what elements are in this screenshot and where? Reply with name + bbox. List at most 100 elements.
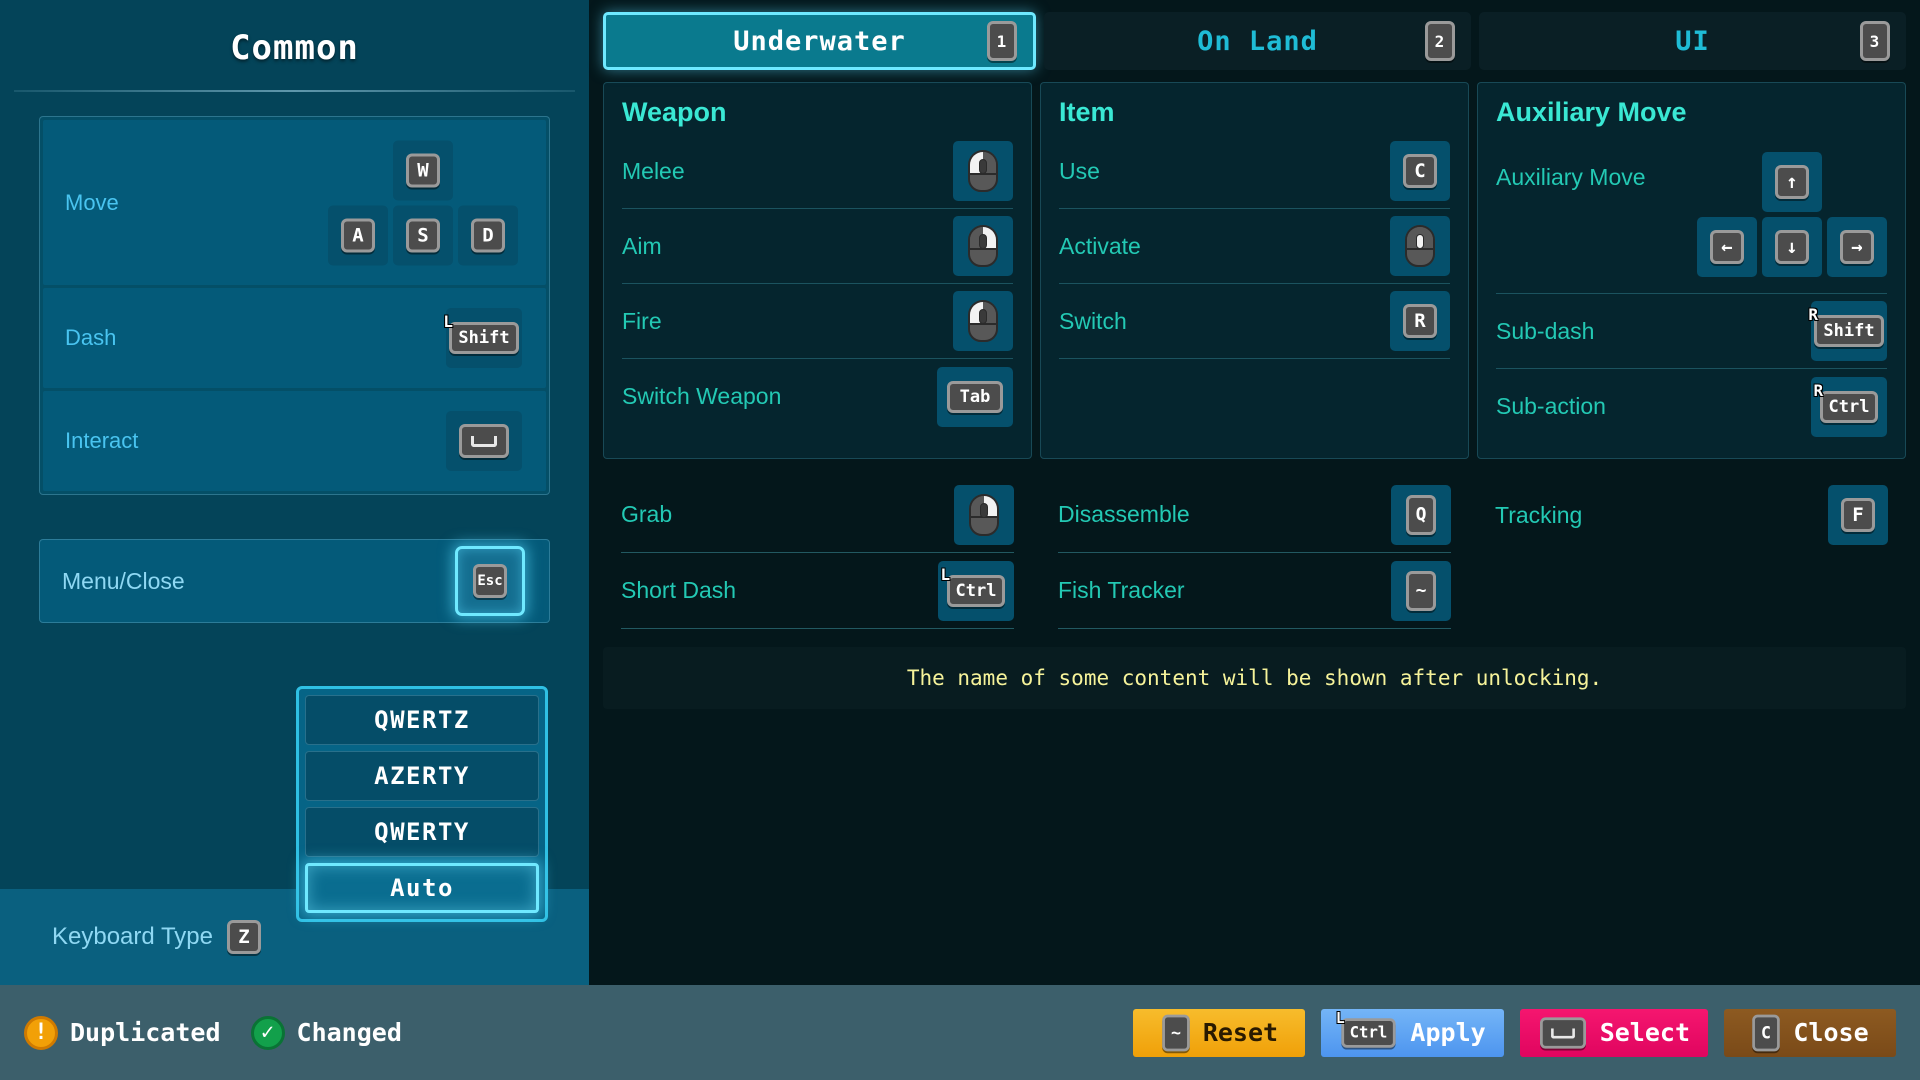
key-slot-dash[interactable]: L Shift (443, 308, 522, 368)
key-badge-label: Ctrl (955, 580, 997, 601)
binding-label: Auxiliary Move (1496, 164, 1646, 190)
binding-row-fire[interactable]: Fire (622, 284, 1013, 359)
key-slot-melee[interactable] (953, 141, 1013, 201)
key-badge-w: W (406, 153, 440, 187)
key-slot-switch-weapon[interactable]: Tab (937, 366, 1013, 427)
wasd-key-cluster: W A S D (328, 140, 518, 265)
keyboard-type-option-auto[interactable]: Auto (305, 863, 539, 913)
lower-row-empty (1495, 553, 1888, 629)
reset-button-label: Reset (1202, 1018, 1279, 1047)
key-badge-label: Ctrl (1828, 396, 1870, 417)
binding-row-short-dash[interactable]: Short Dash L Ctrl (621, 553, 1014, 629)
close-button-label: Close (1793, 1018, 1869, 1047)
binding-label: Disassemble (1058, 501, 1190, 527)
tab-ui[interactable]: UI 3 (1479, 12, 1906, 70)
key-slot-arrow-right[interactable]: → (1827, 217, 1887, 277)
keyboard-type-dropdown[interactable]: QWERTZ AZERTY QWERTY Auto (296, 686, 548, 922)
binding-row-fish-tracker[interactable]: Fish Tracker ~ (1058, 553, 1451, 629)
key-badge-label: Ctrl (1350, 1023, 1388, 1042)
key-slot-aim[interactable] (953, 216, 1013, 276)
mouse-left-click-icon (968, 300, 998, 342)
column-title: Weapon (622, 97, 727, 127)
column-item: Item Use C Activate Switch R (1040, 82, 1469, 459)
binding-row-tracking[interactable]: Tracking F (1495, 477, 1888, 553)
secondary-bindings: Grab Short Dash L Ctrl Disassemble Q Fis… (589, 459, 1920, 629)
hotkey-badge-tilde: ~ (1162, 1014, 1190, 1051)
key-slot-interact[interactable] (446, 411, 522, 471)
key-slot-a[interactable]: A (328, 205, 388, 265)
key-slot-arrow-left[interactable]: ← (1697, 217, 1757, 277)
key-badge-rctrl: R Ctrl (1814, 381, 1879, 423)
key-slot-fish-tracker[interactable]: ~ (1391, 560, 1451, 621)
key-slot-tracking[interactable]: F (1828, 485, 1888, 545)
binding-row-auxiliary-move[interactable]: Auxiliary Move ↑ ← ↓ → (1496, 134, 1887, 294)
binding-label: Sub-dash (1496, 317, 1595, 344)
binding-row-switch[interactable]: Switch R (1059, 284, 1450, 359)
binding-row-menu-close[interactable]: Menu/Close Esc (39, 539, 550, 623)
key-slot-disassemble[interactable]: Q (1391, 484, 1451, 545)
tab-hotkey-3: 3 (1860, 21, 1890, 61)
key-slot-activate[interactable] (1390, 216, 1450, 276)
mouse-right-click-icon (968, 225, 998, 267)
legend-label: Changed (296, 1018, 402, 1047)
keyboard-type-option-qwerty[interactable]: QWERTY (305, 807, 539, 857)
key-slot-sub-action[interactable]: R Ctrl (1811, 376, 1887, 437)
tab-underwater[interactable]: Underwater 1 (603, 12, 1036, 70)
key-badge-d: D (471, 218, 505, 252)
apply-button[interactable]: L Ctrl Apply (1321, 1008, 1504, 1057)
select-button[interactable]: Select (1519, 1008, 1708, 1057)
binding-label: Switch (1059, 307, 1127, 334)
binding-row-dash[interactable]: Dash L Shift (43, 288, 546, 388)
keyboard-type-option-azerty[interactable]: AZERTY (305, 751, 539, 801)
apply-button-label: Apply (1410, 1018, 1486, 1047)
reset-button[interactable]: ~ Reset (1133, 1008, 1306, 1057)
mouse-right-click-icon (969, 493, 999, 536)
binding-label: Grab (621, 501, 673, 527)
key-slot-switch[interactable]: R (1390, 291, 1450, 351)
key-badge-tilde: ~ (1406, 570, 1436, 611)
arrow-key-cluster: ↑ ← ↓ → (1697, 152, 1887, 277)
key-badge-esc: Esc (473, 564, 507, 598)
binding-row-interact[interactable]: Interact (43, 391, 546, 491)
key-slot-s[interactable]: S (393, 205, 453, 265)
key-badge-f: F (1841, 498, 1875, 532)
binding-row-grab[interactable]: Grab (621, 477, 1014, 553)
key-slot-grab[interactable] (954, 484, 1014, 545)
binding-row-sub-dash[interactable]: Sub-dash R Shift (1496, 294, 1887, 369)
key-slot-d[interactable]: D (458, 205, 518, 265)
key-badge-lshift: L Shift (443, 312, 519, 354)
column-title: Auxiliary Move (1496, 97, 1687, 127)
key-slot-sub-dash[interactable]: R Shift (1808, 301, 1887, 361)
binding-row-move[interactable]: Move W A S D (43, 120, 546, 285)
key-slot-menu-close[interactable]: Esc (460, 551, 520, 611)
arrow-down-icon: ↓ (1775, 230, 1809, 264)
tab-hotkey-2: 2 (1425, 21, 1455, 61)
key-slot-short-dash[interactable]: L Ctrl (938, 560, 1014, 621)
binding-row-aim[interactable]: Aim (622, 209, 1013, 284)
close-button[interactable]: C Close (1724, 1008, 1896, 1057)
key-badge-space (459, 424, 509, 458)
key-badge-lctrl: L Ctrl (941, 565, 1006, 607)
binding-label: Menu/Close (62, 567, 185, 594)
binding-row-switch-weapon[interactable]: Switch Weapon Tab (622, 359, 1013, 434)
key-slot-use[interactable]: C (1390, 141, 1450, 201)
key-slot-w[interactable]: W (393, 140, 453, 200)
tab-on-land[interactable]: On Land 2 (1044, 12, 1471, 70)
binding-row-sub-action[interactable]: Sub-action R Ctrl (1496, 369, 1887, 444)
mouse-left-click-icon (968, 150, 998, 192)
key-badge-label: Shift (1823, 321, 1875, 341)
keyboard-type-option-qwertz[interactable]: QWERTZ (305, 695, 539, 745)
binding-row-use[interactable]: Use C (1059, 134, 1450, 209)
binding-row-empty (1059, 359, 1450, 434)
common-panel: Common Move W A S D Dash L Shift Interac… (0, 0, 589, 985)
key-modifier-prefix: L (940, 564, 951, 584)
binding-row-melee[interactable]: Melee (622, 134, 1013, 209)
binding-row-activate[interactable]: Activate (1059, 209, 1450, 284)
key-slot-arrow-down[interactable]: ↓ (1762, 217, 1822, 277)
key-slot-fire[interactable] (953, 291, 1013, 351)
key-slot-arrow-up[interactable]: ↑ (1762, 152, 1822, 212)
category-tabs: Underwater 1 On Land 2 UI 3 (589, 0, 1920, 70)
spacebar-icon (1550, 1027, 1575, 1038)
binding-row-disassemble[interactable]: Disassemble Q (1058, 477, 1451, 553)
binding-label: Use (1059, 157, 1100, 184)
